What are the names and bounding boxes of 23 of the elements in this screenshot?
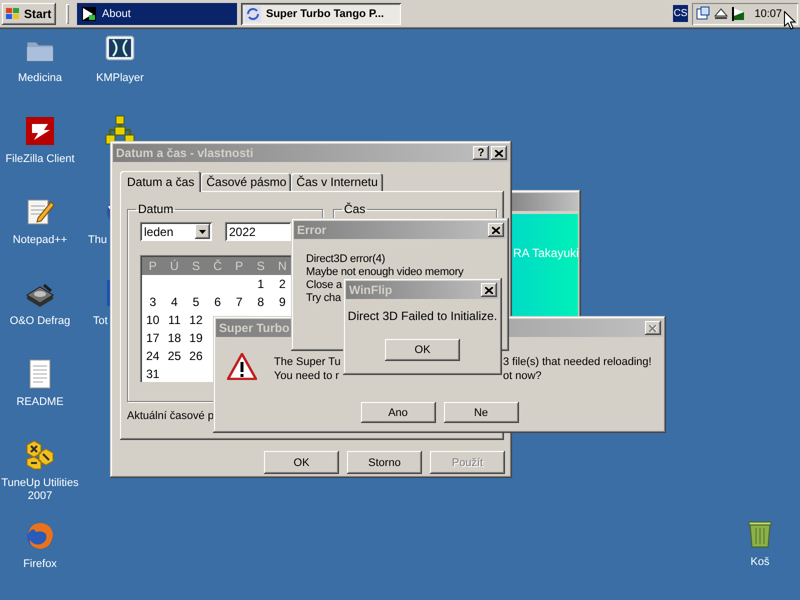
group-label: Čas <box>343 202 366 216</box>
window-title: Datum a čas - vlastnosti <box>116 146 254 160</box>
weekday-label: P <box>148 259 158 273</box>
message-text: Maybe not enough video memory <box>306 266 464 279</box>
group-label: Datum <box>137 202 174 216</box>
message-text: Direct3D error(4) <box>306 253 386 266</box>
message-text: Try cha <box>306 292 341 305</box>
window-title: WinFlip <box>349 283 394 297</box>
window-title: Super Turbo <box>219 321 290 335</box>
message-text: Direct 3D Failed to Initialize. <box>346 309 498 323</box>
weekday-label: P <box>234 259 244 273</box>
banner-text: RA Takayuki <box>513 246 579 260</box>
message-text: ot now? <box>503 369 543 383</box>
weekday-label: Ú <box>169 259 180 273</box>
message-text: You need to r <box>274 369 340 383</box>
message-text: The Super Tu <box>274 355 342 369</box>
weekday-label: S <box>256 259 266 273</box>
weekday-label: Č <box>212 259 223 273</box>
weekday-label: S <box>190 259 201 273</box>
message-text: 3 file(s) that needed reloading! <box>503 355 652 369</box>
message-text: Close a <box>306 279 342 292</box>
weekday-label: N <box>277 259 288 273</box>
window-title: Error <box>297 223 328 237</box>
